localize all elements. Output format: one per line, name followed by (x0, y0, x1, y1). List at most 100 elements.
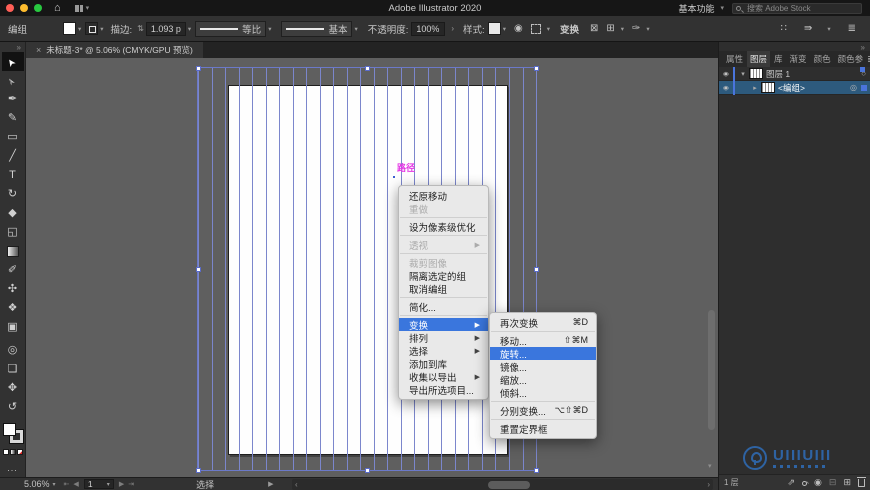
status-menu-icon[interactable]: ▶ (268, 480, 273, 488)
layer-row-layer-1[interactable]: ◉ ▾ 图层 1 ○ (719, 66, 870, 81)
stroke-weight-caret-icon[interactable]: ▾ (188, 25, 191, 33)
hscroll-right-icon[interactable]: › (707, 480, 710, 489)
select-similar-caret-icon[interactable]: ▾ (547, 25, 550, 33)
layer-thumbnail[interactable] (749, 68, 763, 79)
shape-builder-tool[interactable]: ◱ (2, 223, 24, 242)
adobe-stock-search-input[interactable]: 搜索 Adobe Stock (732, 2, 862, 14)
canvas[interactable]: 路径 ▾ (26, 58, 718, 477)
fill-caret-icon[interactable]: ▾ (78, 25, 81, 33)
workspace-grid-icon[interactable]: ∷ (781, 23, 787, 34)
selection-handle[interactable] (534, 66, 539, 71)
selection-handle[interactable] (534, 468, 539, 473)
context-menu-item-perspective[interactable]: 透视 ▶ (399, 238, 488, 252)
vscroll-down-icon[interactable]: ▾ (708, 462, 712, 470)
blend-tool[interactable]: ✣ (2, 280, 24, 299)
stroke-caret-icon[interactable]: ▾ (100, 25, 103, 33)
arrange-documents-caret-icon[interactable]: ▾ (827, 25, 830, 33)
style-caret-icon[interactable]: ▾ (503, 25, 506, 33)
context-menu-item-pixel-perfect[interactable]: 设为像素级优化 (399, 220, 488, 234)
zoom-caret-icon[interactable]: ▾ (53, 481, 56, 488)
hand-tool[interactable]: ✥ (2, 379, 24, 398)
previous-artboard-icon[interactable]: ◀ (73, 480, 78, 488)
transform-panel-button[interactable]: 变换 (560, 22, 579, 36)
transform-submenu-item-transform-each[interactable]: 分别变换... ⌥⇧⌘D (490, 404, 596, 418)
panel-tab-gradient[interactable]: 渐变 (787, 51, 810, 67)
hscroll-thumb[interactable] (488, 480, 530, 489)
layer-row-group[interactable]: ◉ ▸ <编组> ◎ (719, 80, 870, 95)
fill-color-swatch[interactable] (63, 22, 76, 35)
selection-handle[interactable] (365, 66, 370, 71)
close-tab-icon[interactable]: × (36, 45, 41, 55)
style-swatch[interactable] (487, 22, 501, 35)
fill-proxy-swatch[interactable] (2, 423, 16, 436)
locate-object-icon[interactable] (802, 478, 808, 488)
stroke-color-swatch[interactable] (85, 22, 99, 35)
line-segment-tool[interactable]: ╱ (2, 147, 24, 166)
selection-handle[interactable] (196, 267, 201, 272)
context-menu-item-arrange[interactable]: 排列 ▶ (399, 331, 488, 345)
pen-tool[interactable]: ✒ (2, 90, 24, 109)
panel-tab-layers[interactable]: 图层 (747, 51, 771, 67)
transform-submenu-item-reset-bounding-box[interactable]: 重置定界框 (490, 422, 596, 436)
transform-submenu-item-transform-again[interactable]: 再次变换 ⌘D (490, 316, 596, 330)
rotate-view-tool[interactable]: ↺ (2, 398, 24, 417)
collect-for-export-icon[interactable]: ⇗ (788, 477, 796, 488)
stroke-weight-value[interactable]: 1.093 p (145, 21, 186, 36)
target-circle-icon[interactable]: ◎ (850, 83, 857, 92)
shape-mode-caret-icon[interactable]: ▾ (621, 25, 624, 33)
selection-tool[interactable]: ➤ (1, 52, 24, 71)
context-menu-item-simplify[interactable]: 简化... (399, 300, 488, 314)
edit-toolbar-icon[interactable]: ... (7, 463, 18, 473)
expand-chevron-icon[interactable]: ▾ (737, 70, 749, 78)
context-menu-item-transform[interactable]: 变换 ▶ (399, 318, 488, 332)
delete-layer-icon[interactable] (857, 476, 866, 487)
transform-submenu-item-scale[interactable]: 缩放... (490, 373, 596, 387)
symbol-sprayer-tool[interactable]: ❖ (2, 299, 24, 318)
paintbrush-tool[interactable]: ✎ (2, 109, 24, 128)
artboard-tool[interactable]: ▣ (2, 318, 24, 337)
panel-tab-properties[interactable]: 属性 (723, 51, 746, 67)
shape-mode-icon[interactable]: ⊞ (606, 23, 614, 34)
profile-caret-icon[interactable]: ▾ (268, 25, 271, 33)
context-menu-item-redo[interactable]: 重做 (399, 202, 488, 216)
context-menu-item-isolate-group[interactable]: 隔离选定的组 (399, 269, 488, 283)
control-list-icon[interactable]: ≣ (848, 23, 856, 34)
artboard-number-field[interactable]: 1 ▾ (83, 479, 114, 489)
rectangle-tool[interactable]: ▭ (2, 128, 24, 147)
panel-tab-color-guide[interactable]: 颜色参 (835, 51, 867, 67)
selection-handle[interactable] (365, 468, 370, 473)
type-tool[interactable]: T (2, 166, 24, 185)
context-menu-item-undo-move[interactable]: 还原移动 (399, 189, 488, 203)
eraser-tool[interactable]: ◆ (2, 204, 24, 223)
selection-handle[interactable] (196, 468, 201, 473)
last-artboard-icon[interactable]: ⇥ (128, 480, 134, 488)
fill-stroke-indicator[interactable] (2, 423, 24, 445)
context-menu-item-crop-image[interactable]: 裁剪图像 (399, 256, 488, 270)
visibility-eye-icon[interactable]: ◉ (719, 84, 733, 91)
opacity-panel-chevron-icon[interactable]: › (451, 24, 454, 33)
brush-select[interactable]: 基本 (281, 20, 353, 37)
panel-tab-libraries[interactable]: 库 (771, 51, 786, 67)
anchor-point[interactable] (392, 175, 396, 179)
transform-submenu-item-shear[interactable]: 倾斜... (490, 386, 596, 400)
hscroll-left-icon[interactable]: ‹ (295, 480, 298, 489)
canvas-vertical-scrollbar[interactable]: ▾ (707, 60, 716, 470)
eyedropper-tool[interactable]: ✐ (2, 261, 24, 280)
context-menu-item-add-to-library[interactable]: 添加到库 (399, 357, 488, 371)
next-artboard-icon[interactable]: ▶ (119, 480, 124, 488)
recolor-artwork-icon[interactable]: ◉ (514, 23, 523, 34)
zoom-level[interactable]: 5.06% (24, 479, 50, 489)
toolbar-collapse-icon[interactable]: » (17, 42, 25, 52)
transform-submenu-item-rotate[interactable]: 旋转... (490, 347, 596, 361)
transform-submenu-item-move[interactable]: 移动... ⇧⌘M (490, 334, 596, 348)
context-menu-item-export-selection[interactable]: 导出所选项目... (399, 383, 488, 397)
first-artboard-icon[interactable]: ⇤ (64, 480, 70, 488)
direct-selection-tool[interactable]: ➢ (2, 71, 24, 90)
color-mode-icon[interactable] (2, 449, 9, 455)
stroke-stepper[interactable]: ⇅ (137, 24, 144, 33)
visibility-eye-icon[interactable]: ◉ (719, 70, 733, 77)
layer-thumbnail[interactable] (761, 82, 775, 93)
opacity-value[interactable]: 100% (411, 21, 446, 36)
document-tab[interactable]: × 未标题-3* @ 5.06% (CMYK/GPU 预览) (26, 42, 203, 58)
context-menu-item-select[interactable]: 选择 ▶ (399, 344, 488, 358)
